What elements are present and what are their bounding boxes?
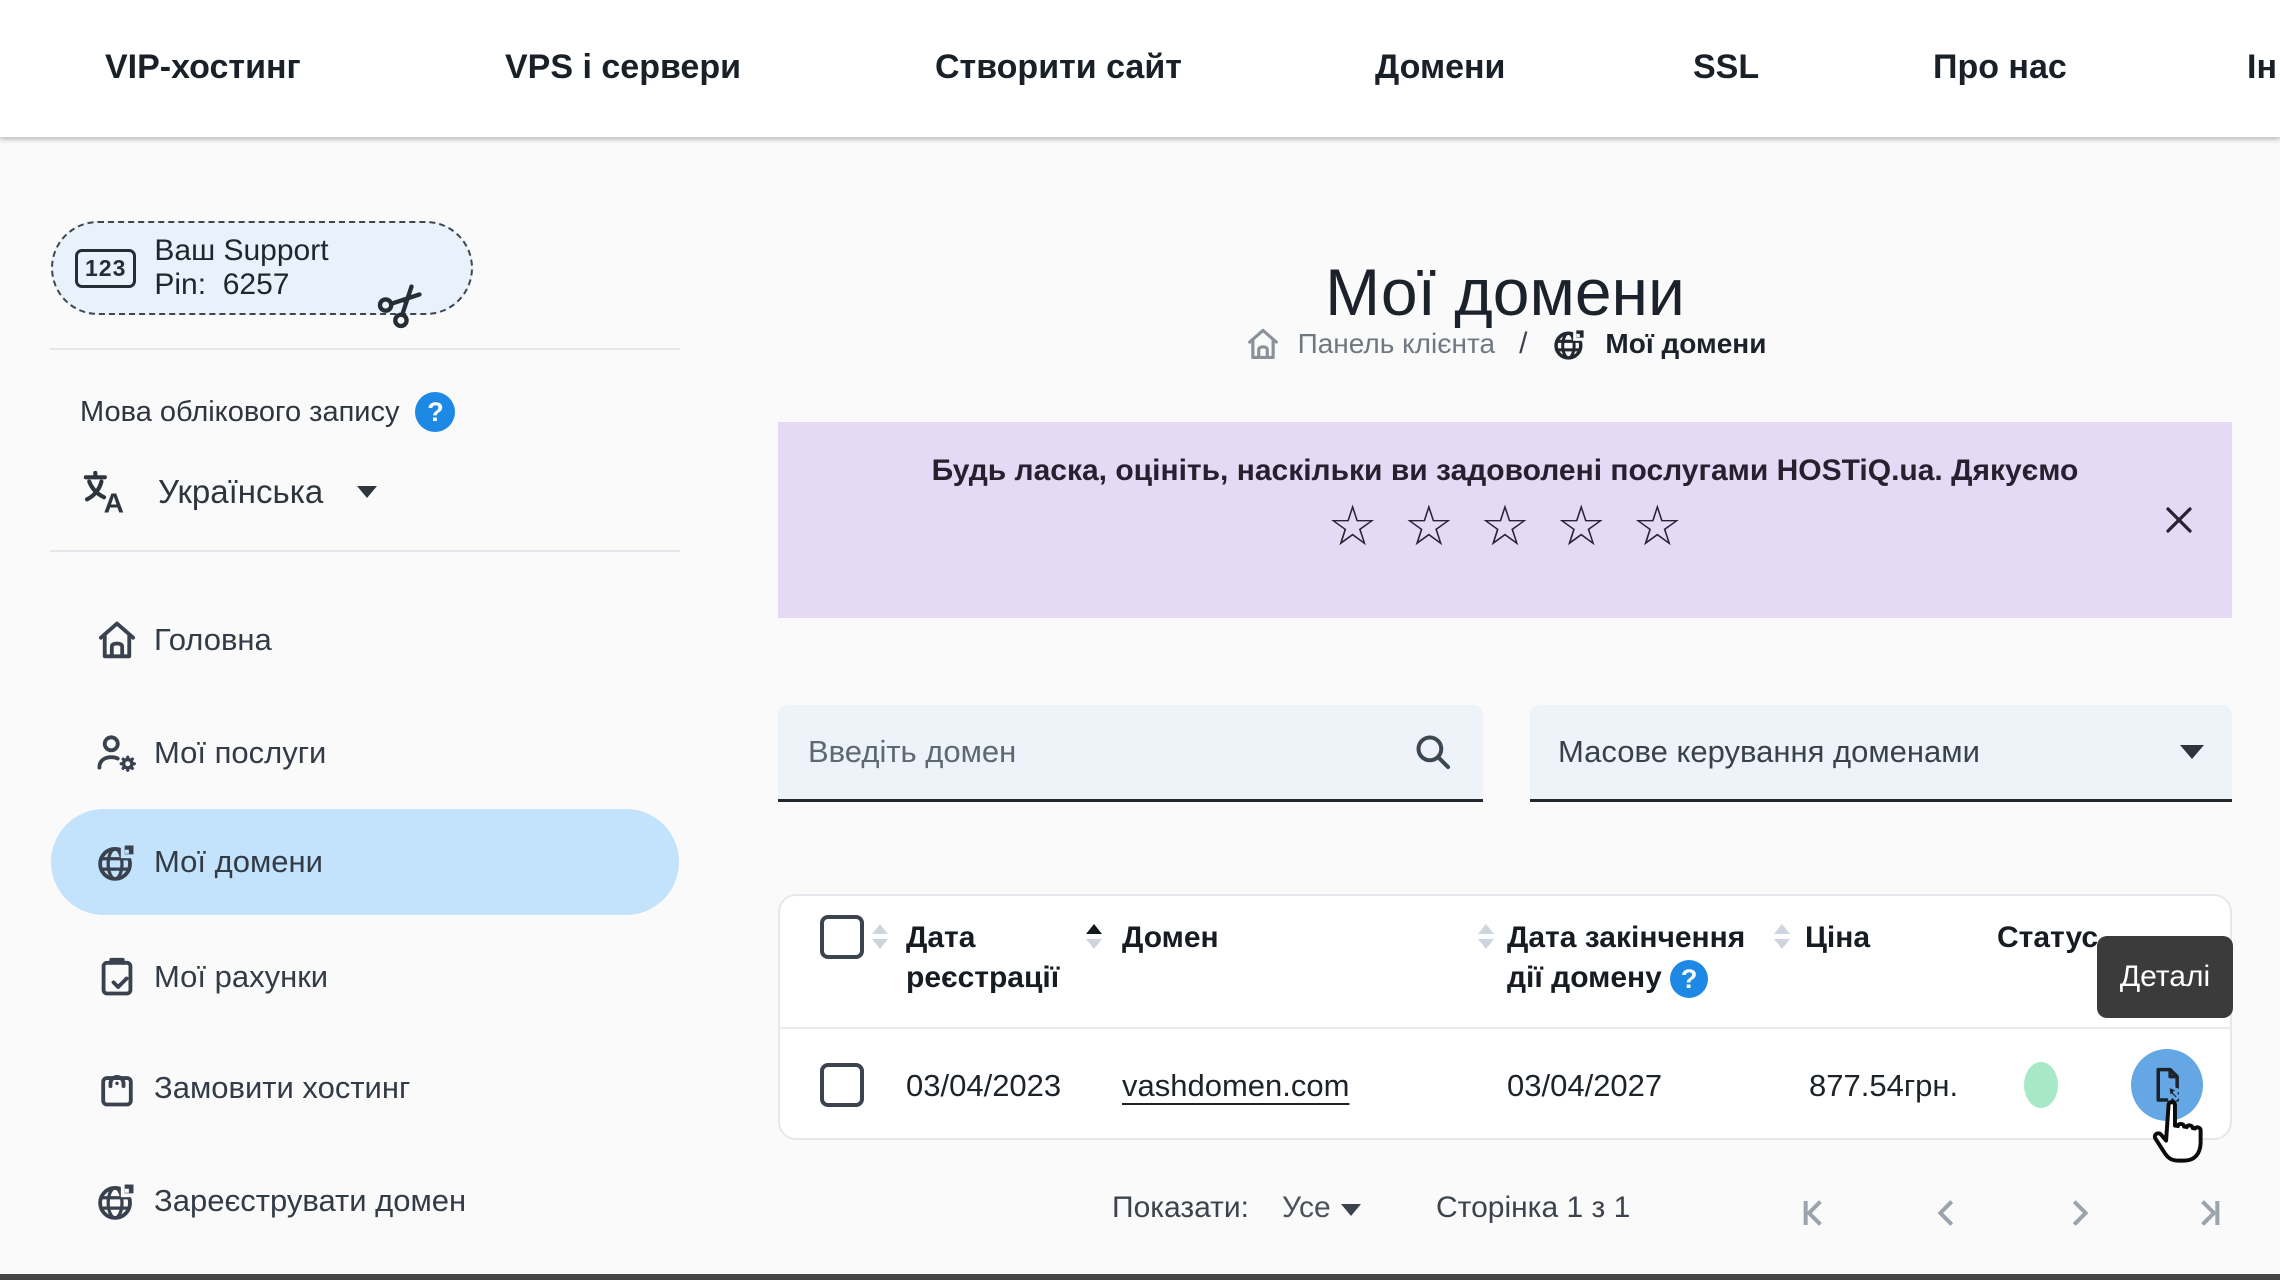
page-title: Мої домени bbox=[778, 254, 2232, 330]
nav-create-site[interactable]: Створити сайт bbox=[935, 48, 1182, 87]
nav-vps-servers[interactable]: VPS і сервери bbox=[505, 48, 741, 87]
globe-badge-icon bbox=[94, 1178, 140, 1224]
globe-badge-icon bbox=[1551, 325, 1589, 363]
breadcrumb-separator: / bbox=[1519, 327, 1527, 361]
sidebar-item-label: Зареєструвати домен bbox=[154, 1183, 466, 1219]
expiry-date-cell: 03/04/2027 bbox=[1507, 1068, 1662, 1104]
hostiq-client-panel: VIP-хостинг VPS і сервери Створити сайт … bbox=[0, 0, 2280, 1280]
language-section-label: Мова облікового запису bbox=[80, 396, 399, 429]
home-icon bbox=[94, 617, 140, 663]
sidebar-item-label: Мої рахунки bbox=[154, 959, 328, 995]
sidebar-item-label: Мої домени bbox=[154, 844, 323, 880]
star-icon[interactable]: ☆ bbox=[1404, 498, 1454, 554]
star-icon[interactable]: ☆ bbox=[1327, 498, 1377, 554]
shopping-bag-icon bbox=[94, 1065, 140, 1111]
rows-per-page-label: Показати: bbox=[1112, 1191, 1249, 1225]
first-page-icon[interactable] bbox=[1793, 1193, 1833, 1233]
column-header-expiry[interactable]: Дата закінчення дії домену ? bbox=[1507, 918, 1779, 998]
row-checkbox[interactable] bbox=[820, 1063, 864, 1107]
hand-pointer-icon bbox=[2143, 1096, 2203, 1170]
table-divider bbox=[780, 1027, 2230, 1029]
sidebar-item-register-domain[interactable]: Зареєструвати домен bbox=[51, 1148, 679, 1254]
rating-stars: ☆ ☆ ☆ ☆ ☆ bbox=[778, 498, 2232, 554]
previous-page-icon[interactable] bbox=[1926, 1193, 1966, 1233]
globe-badge-icon bbox=[94, 839, 140, 885]
chevron-down-icon bbox=[2180, 745, 2204, 759]
person-gear-icon bbox=[94, 730, 140, 776]
star-icon[interactable]: ☆ bbox=[1480, 498, 1530, 554]
sort-icon[interactable] bbox=[872, 924, 888, 949]
sidebar-divider bbox=[50, 550, 680, 552]
sidebar-divider bbox=[50, 348, 680, 350]
search-input[interactable] bbox=[806, 733, 1411, 771]
rows-per-page-value: Усе bbox=[1282, 1191, 1331, 1225]
language-selector[interactable]: A Українська bbox=[78, 466, 377, 518]
window-bottom-edge bbox=[0, 1274, 2280, 1280]
registration-date-cell: 03/04/2023 bbox=[906, 1068, 1061, 1104]
123-pin-icon: 123 bbox=[75, 249, 136, 288]
sort-icon[interactable] bbox=[1478, 924, 1494, 949]
close-icon[interactable] bbox=[2157, 498, 2201, 542]
breadcrumb-current: Мої домени bbox=[1605, 328, 1766, 360]
language-value: Українська bbox=[158, 473, 323, 511]
sidebar-item-order-hosting[interactable]: Замовити хостинг bbox=[51, 1035, 679, 1141]
breadcrumb: Панель клієнта / Мої домени bbox=[778, 325, 2232, 363]
page-info: Сторінка 1 з 1 bbox=[1436, 1191, 1630, 1225]
sort-icon-active-asc[interactable] bbox=[1086, 924, 1102, 949]
sort-icon[interactable] bbox=[1774, 924, 1790, 949]
next-page-icon[interactable] bbox=[2060, 1193, 2100, 1233]
sidebar-item-label: Мої послуги bbox=[154, 735, 326, 771]
rating-banner: Будь ласка, оцініть, наскільки ви задово… bbox=[778, 422, 2232, 618]
svg-text:A: A bbox=[104, 488, 124, 518]
sidebar-item-home[interactable]: Головна bbox=[51, 587, 679, 693]
home-icon[interactable] bbox=[1244, 325, 1282, 363]
sidebar-item-my-invoices[interactable]: Мої рахунки bbox=[51, 924, 679, 1030]
sidebar-item-my-services[interactable]: Мої послуги bbox=[51, 700, 679, 806]
select-all-checkbox[interactable] bbox=[820, 915, 864, 959]
status-badge bbox=[2024, 1062, 2058, 1108]
breadcrumb-parent[interactable]: Панель клієнта bbox=[1298, 328, 1495, 360]
sidebar-item-label: Замовити хостинг bbox=[154, 1070, 410, 1106]
rating-banner-message: Будь ласка, оцініть, наскільки ви задово… bbox=[778, 454, 2232, 488]
nav-ssl[interactable]: SSL bbox=[1693, 48, 1759, 87]
chevron-down-icon bbox=[357, 486, 377, 498]
sidebar-item-label: Головна bbox=[154, 622, 272, 658]
domains-table: Дата реєстрації Домен Дата закінчення ді… bbox=[778, 894, 2232, 1140]
star-icon[interactable]: ☆ bbox=[1632, 498, 1682, 554]
expiry-help-icon[interactable]: ? bbox=[1670, 960, 1708, 998]
column-header-status: Статус bbox=[1997, 918, 2098, 958]
bulk-management-select[interactable]: Масове керування доменами bbox=[1530, 705, 2232, 802]
nav-more[interactable]: Ін bbox=[2247, 48, 2277, 87]
column-header-registration[interactable]: Дата реєстрації bbox=[906, 918, 1088, 998]
nav-domains[interactable]: Домени bbox=[1375, 48, 1505, 87]
bulk-management-value: Масове керування доменами bbox=[1558, 734, 2180, 770]
language-help-icon[interactable]: ? bbox=[415, 392, 455, 432]
translate-icon: A bbox=[78, 466, 130, 518]
domain-search-field[interactable] bbox=[778, 705, 1483, 802]
star-icon[interactable]: ☆ bbox=[1556, 498, 1606, 554]
column-header-price[interactable]: Ціна bbox=[1805, 918, 1870, 958]
last-page-icon[interactable] bbox=[2190, 1193, 2230, 1233]
nav-about[interactable]: Про нас bbox=[1933, 48, 2067, 87]
top-navigation: VIP-хостинг VPS і сервери Створити сайт … bbox=[0, 0, 2280, 137]
sidebar-item-my-domains[interactable]: Мої домени bbox=[51, 809, 679, 915]
clipboard-check-icon bbox=[94, 954, 140, 1000]
rows-per-page-select[interactable]: Усе bbox=[1282, 1191, 1361, 1225]
domain-cell: vashdomen.com bbox=[1122, 1068, 1349, 1104]
domain-link[interactable]: vashdomen.com bbox=[1122, 1068, 1349, 1103]
price-cell: 877.54грн. bbox=[1809, 1068, 1958, 1104]
chevron-down-icon bbox=[1341, 1204, 1361, 1216]
details-tooltip: Деталі bbox=[2097, 936, 2233, 1018]
search-icon[interactable] bbox=[1411, 730, 1455, 774]
column-header-domain[interactable]: Домен bbox=[1122, 918, 1219, 958]
support-pin-value: 6257 bbox=[223, 268, 290, 301]
nav-vip-hosting[interactable]: VIP-хостинг bbox=[105, 48, 301, 87]
